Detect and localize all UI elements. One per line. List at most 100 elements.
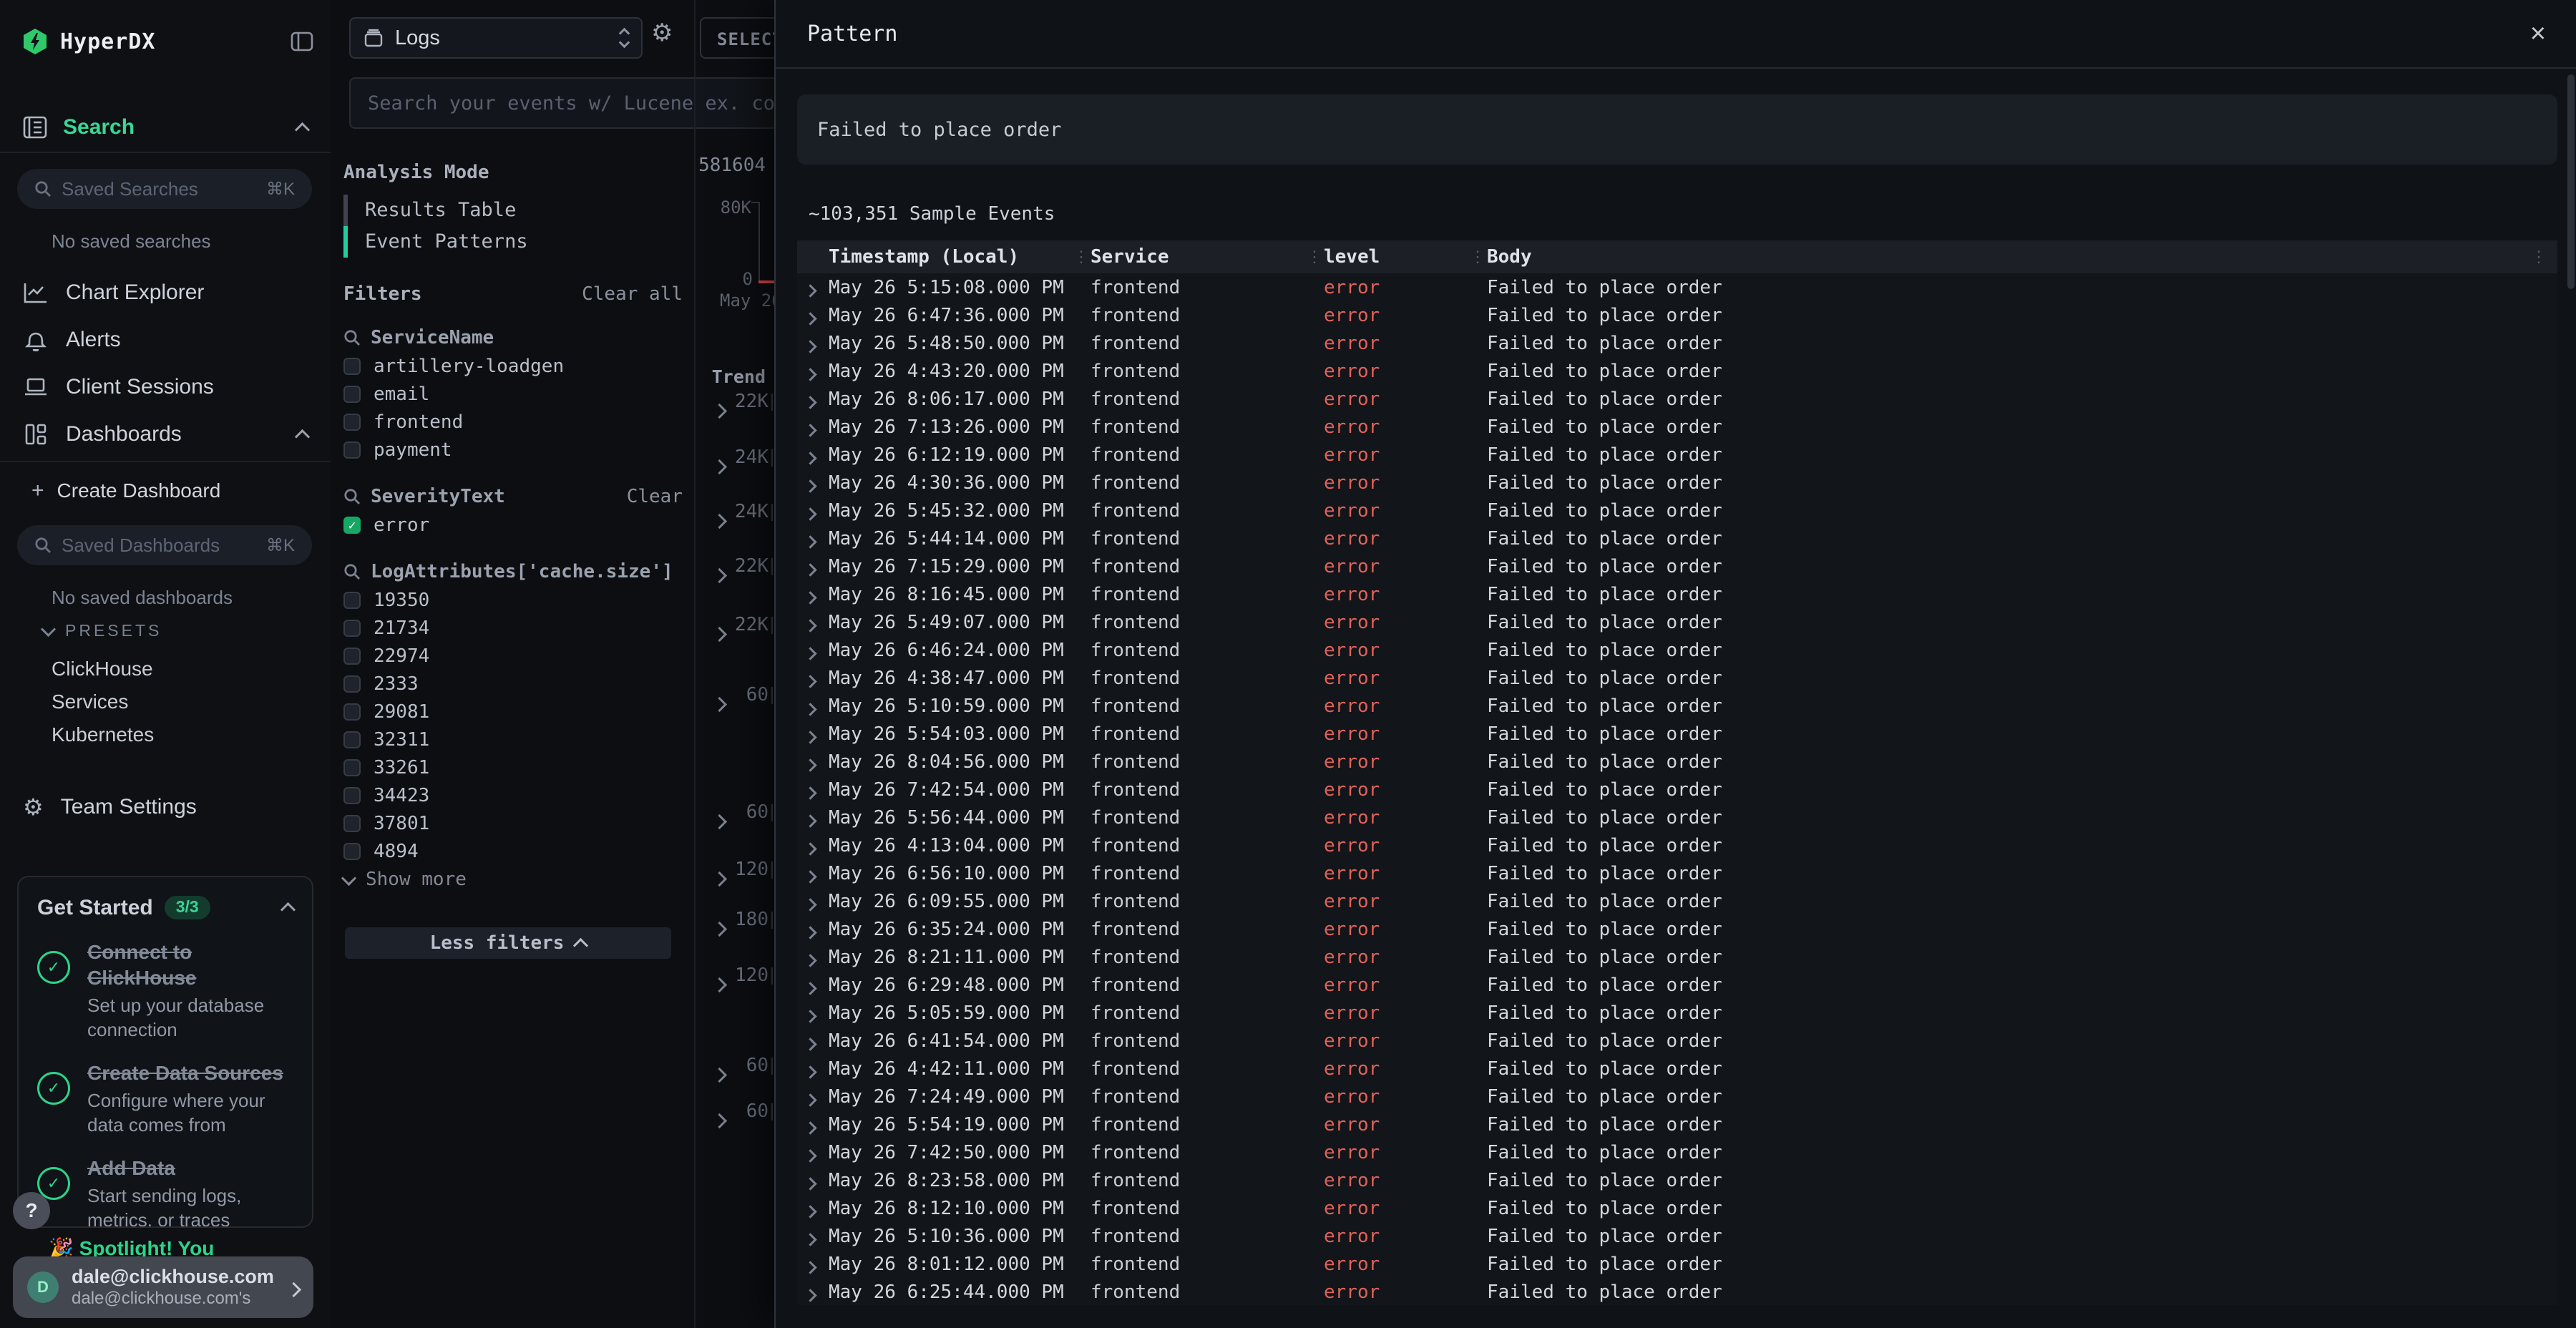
- event-row[interactable]: May 26 6:46:24.000 PM frontend error Fai…: [797, 636, 2557, 664]
- expand-chevron-icon[interactable]: [714, 863, 725, 890]
- pattern-row[interactable]: 22K: [696, 614, 776, 637]
- filter-option[interactable]: 4894: [343, 837, 683, 865]
- create-dashboard-button[interactable]: + Create Dashboard: [31, 475, 220, 507]
- row-expand-chevron-icon[interactable]: [797, 497, 829, 524]
- pattern-row[interactable]: 24K: [696, 501, 776, 524]
- sidebar-item-search[interactable]: Search: [0, 103, 331, 152]
- show-more-button[interactable]: Show more: [343, 865, 683, 894]
- pattern-row[interactable]: 24K: [696, 446, 776, 469]
- pattern-row[interactable]: 120: [696, 965, 776, 987]
- pattern-row[interactable]: 22K: [696, 391, 776, 414]
- checkbox[interactable]: [343, 787, 361, 804]
- row-expand-chevron-icon[interactable]: [797, 1167, 829, 1194]
- less-filters-button[interactable]: Less filters: [345, 927, 671, 959]
- row-expand-chevron-icon[interactable]: [797, 302, 829, 329]
- row-expand-chevron-icon[interactable]: [797, 525, 829, 552]
- event-row[interactable]: May 26 7:13:26.000 PM frontend error Fai…: [797, 413, 2557, 441]
- event-row[interactable]: May 26 6:12:19.000 PM frontend error Fai…: [797, 441, 2557, 469]
- row-expand-chevron-icon[interactable]: [797, 637, 829, 664]
- event-row[interactable]: May 26 4:13:04.000 PM frontend error Fai…: [797, 831, 2557, 859]
- event-row[interactable]: May 26 6:47:36.000 PM frontend error Fai…: [797, 301, 2557, 329]
- saved-searches-input[interactable]: Saved Searches ⌘K: [17, 169, 312, 209]
- row-expand-chevron-icon[interactable]: [797, 553, 829, 580]
- checkbox[interactable]: [343, 731, 361, 748]
- row-expand-chevron-icon[interactable]: [797, 441, 829, 469]
- filter-option[interactable]: 29081: [343, 698, 683, 726]
- event-row[interactable]: May 26 8:12:10.000 PM frontend error Fai…: [797, 1194, 2557, 1222]
- event-row[interactable]: May 26 7:24:49.000 PM frontend error Fai…: [797, 1083, 2557, 1110]
- row-expand-chevron-icon[interactable]: [797, 274, 829, 301]
- sidebar-item-client-sessions[interactable]: Client Sessions: [0, 363, 331, 411]
- checkbox[interactable]: [343, 815, 361, 832]
- expand-chevron-icon[interactable]: [714, 395, 725, 422]
- help-button[interactable]: ?: [13, 1192, 50, 1229]
- row-expand-chevron-icon[interactable]: [797, 916, 829, 943]
- get-started-task[interactable]: ✓ Connect to ClickHouse Set up your data…: [37, 939, 293, 1042]
- event-row[interactable]: May 26 5:45:32.000 PM frontend error Fai…: [797, 497, 2557, 524]
- filter-option[interactable]: 19350: [343, 586, 683, 614]
- event-row[interactable]: May 26 5:10:59.000 PM frontend error Fai…: [797, 692, 2557, 720]
- row-expand-chevron-icon[interactable]: [797, 609, 829, 636]
- checkbox[interactable]: [343, 592, 361, 609]
- checkbox[interactable]: [343, 620, 361, 637]
- row-expand-chevron-icon[interactable]: [797, 581, 829, 608]
- checkbox[interactable]: [343, 386, 361, 403]
- expand-chevron-icon[interactable]: [714, 560, 725, 587]
- event-row[interactable]: May 26 8:23:58.000 PM frontend error Fai…: [797, 1166, 2557, 1194]
- search-section-chevron-up-icon[interactable]: [297, 114, 308, 141]
- checkbox[interactable]: [343, 414, 361, 431]
- chevron-up-icon[interactable]: [297, 421, 308, 448]
- get-started-task[interactable]: ✓ Create Data Sources Configure where yo…: [37, 1060, 293, 1137]
- event-row[interactable]: May 26 5:05:59.000 PM frontend error Fai…: [797, 999, 2557, 1027]
- event-row[interactable]: May 26 4:42:11.000 PM frontend error Fai…: [797, 1055, 2557, 1083]
- table-menu-icon[interactable]: ⋮: [2520, 248, 2557, 266]
- event-row[interactable]: May 26 5:10:36.000 PM frontend error Fai…: [797, 1222, 2557, 1250]
- event-row[interactable]: May 26 4:30:36.000 PM frontend error Fai…: [797, 469, 2557, 497]
- filter-option[interactable]: 34423: [343, 781, 683, 809]
- column-divider-icon[interactable]: ⋮: [1468, 248, 1487, 266]
- event-row[interactable]: May 26 7:42:50.000 PM frontend error Fai…: [797, 1138, 2557, 1166]
- expand-chevron-icon[interactable]: [714, 618, 725, 645]
- row-expand-chevron-icon[interactable]: [797, 1223, 829, 1250]
- event-row[interactable]: May 26 5:54:03.000 PM frontend error Fai…: [797, 720, 2557, 748]
- pattern-row[interactable]: 180: [696, 909, 776, 932]
- row-expand-chevron-icon[interactable]: [797, 888, 829, 915]
- filter-option[interactable]: 32311: [343, 726, 683, 753]
- sidebar-item-dashboards[interactable]: Dashboards: [0, 411, 331, 458]
- checkbox[interactable]: [343, 759, 361, 776]
- row-expand-chevron-icon[interactable]: [797, 665, 829, 692]
- event-row[interactable]: May 26 5:44:14.000 PM frontend error Fai…: [797, 524, 2557, 552]
- get-started-task[interactable]: ✓ Add Data Start sending logs, metrics, …: [37, 1156, 293, 1228]
- pattern-row[interactable]: 60: [696, 1055, 776, 1078]
- filter-option[interactable]: 21734: [343, 614, 683, 642]
- event-row[interactable]: May 26 5:49:07.000 PM frontend error Fai…: [797, 608, 2557, 636]
- checkbox[interactable]: [343, 675, 361, 693]
- filter-clear-button[interactable]: Clear: [627, 486, 683, 507]
- row-expand-chevron-icon[interactable]: [797, 414, 829, 441]
- pattern-row[interactable]: 60: [696, 1100, 776, 1123]
- analysis-mode-results-table[interactable]: Results Table: [343, 195, 673, 226]
- event-row[interactable]: May 26 8:06:17.000 PM frontend error Fai…: [797, 385, 2557, 413]
- checkbox[interactable]: [343, 703, 361, 721]
- row-expand-chevron-icon[interactable]: [797, 1000, 829, 1027]
- preset-item-kubernetes[interactable]: Kubernetes: [0, 718, 331, 751]
- sidebar-item-team-settings[interactable]: ⚙ Team Settings: [23, 790, 197, 824]
- preset-item-clickhouse[interactable]: ClickHouse: [0, 653, 331, 685]
- sidebar-item-chart-explorer[interactable]: Chart Explorer: [0, 269, 331, 316]
- checkbox[interactable]: [343, 441, 361, 459]
- event-row[interactable]: May 26 6:29:48.000 PM frontend error Fai…: [797, 971, 2557, 999]
- row-expand-chevron-icon[interactable]: [797, 469, 829, 497]
- filter-option[interactable]: email: [343, 380, 683, 408]
- event-row[interactable]: May 26 8:16:45.000 PM frontend error Fai…: [797, 580, 2557, 608]
- event-row[interactable]: May 26 8:04:56.000 PM frontend error Fai…: [797, 748, 2557, 776]
- row-expand-chevron-icon[interactable]: [797, 1251, 829, 1278]
- row-expand-chevron-icon[interactable]: [797, 1055, 829, 1083]
- pattern-row[interactable]: 120: [696, 859, 776, 882]
- filter-option[interactable]: artillery-loadgen: [343, 352, 683, 380]
- col-body[interactable]: Body: [1487, 246, 2520, 268]
- sidebar-item-alerts[interactable]: Alerts: [0, 316, 331, 363]
- row-expand-chevron-icon[interactable]: [797, 776, 829, 804]
- row-expand-chevron-icon[interactable]: [797, 386, 829, 413]
- event-row[interactable]: May 26 6:09:55.000 PM frontend error Fai…: [797, 887, 2557, 915]
- search-icon[interactable]: [343, 329, 361, 346]
